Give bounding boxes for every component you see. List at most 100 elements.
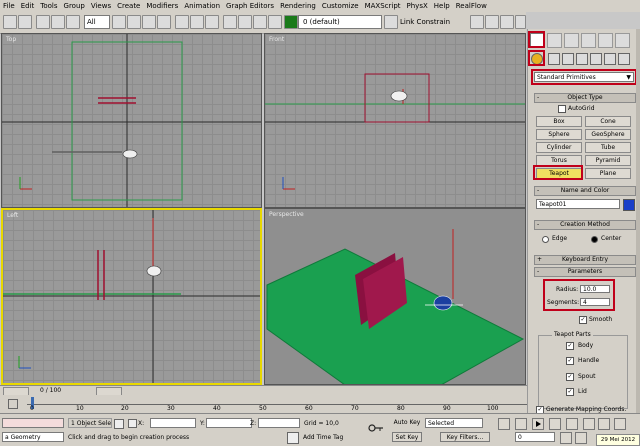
spout-checkbox[interactable]: ✓ xyxy=(566,373,574,381)
pan-icon[interactable] xyxy=(598,418,610,430)
schematic-view-icon[interactable] xyxy=(470,15,484,29)
tube-button[interactable]: Tube xyxy=(585,142,631,153)
maxscript-listener-line[interactable]: a Geometry xyxy=(2,432,64,442)
z-coordinate-field[interactable] xyxy=(258,418,300,428)
current-frame-field[interactable]: 0 xyxy=(515,432,555,442)
key-mode-icon[interactable] xyxy=(583,418,595,430)
edge-radio[interactable] xyxy=(542,236,549,243)
geosphere-button[interactable]: GeoSphere xyxy=(585,129,631,140)
mini-curve-editor-icon[interactable] xyxy=(8,399,18,409)
menu-modifiers[interactable]: Modifiers xyxy=(143,2,181,10)
next-frame-icon[interactable] xyxy=(549,418,561,430)
sphere-button[interactable]: Sphere xyxy=(536,129,582,140)
window-crossing-icon[interactable] xyxy=(157,15,171,29)
body-checkbox[interactable]: ✓ xyxy=(566,342,574,350)
snap-icon[interactable] xyxy=(223,15,237,29)
menu-help[interactable]: Help xyxy=(431,2,453,10)
orbit-icon[interactable] xyxy=(614,418,626,430)
angle-snap-icon[interactable] xyxy=(238,15,252,29)
go-to-end-icon[interactable] xyxy=(566,418,578,430)
display-tab-icon[interactable] xyxy=(598,33,613,48)
unlink-icon[interactable] xyxy=(51,15,65,29)
menu-file[interactable]: File xyxy=(0,2,18,10)
undo-icon[interactable] xyxy=(3,15,17,29)
absolute-mode-icon[interactable] xyxy=(128,419,137,428)
handle-checkbox[interactable]: ✓ xyxy=(566,357,574,365)
menu-tools[interactable]: Tools xyxy=(37,2,60,10)
rectangular-selection-icon[interactable] xyxy=(142,15,156,29)
menu-realflow[interactable]: RealFlow xyxy=(453,2,490,10)
rotate-icon[interactable] xyxy=(190,15,204,29)
maxscript-listener-field[interactable] xyxy=(2,418,64,428)
cone-button[interactable]: Cone xyxy=(585,116,631,127)
menu-edit[interactable]: Edit xyxy=(18,2,38,10)
object-color-swatch[interactable] xyxy=(623,199,635,211)
auto-key-button[interactable]: Auto Key xyxy=(392,418,422,428)
utilities-tab-icon[interactable] xyxy=(615,33,630,48)
material-editor-icon[interactable] xyxy=(485,15,499,29)
shapes-icon[interactable] xyxy=(548,53,560,65)
gen-mapping-checkbox[interactable]: ✓ xyxy=(536,406,544,413)
zoom-icon[interactable] xyxy=(575,432,587,444)
lid-checkbox[interactable]: ✓ xyxy=(566,388,574,396)
select-object-icon[interactable] xyxy=(112,15,126,29)
menu-rendering[interactable]: Rendering xyxy=(277,2,319,10)
viewport-front[interactable]: Front xyxy=(264,33,526,208)
viewport-left[interactable]: Left xyxy=(1,208,262,385)
menu-customize[interactable]: Customize xyxy=(319,2,362,10)
select-by-name-icon[interactable] xyxy=(127,15,141,29)
systems-icon[interactable] xyxy=(618,53,630,65)
plane-button[interactable]: Plane xyxy=(585,168,631,179)
time-tag-icon[interactable] xyxy=(287,432,299,444)
time-config-icon[interactable] xyxy=(560,432,572,444)
percent-snap-icon[interactable] xyxy=(253,15,267,29)
redo-icon[interactable] xyxy=(18,15,32,29)
menu-views[interactable]: Views xyxy=(88,2,114,10)
link-constrain-icon[interactable] xyxy=(384,15,398,29)
viewport-perspective[interactable]: Perspective xyxy=(264,208,526,385)
panel-scrollbar[interactable] xyxy=(636,29,640,413)
object-type-rollout[interactable]: - Object Type xyxy=(534,93,636,103)
cylinder-button[interactable]: Cylinder xyxy=(536,142,582,153)
bind-space-warp-icon[interactable] xyxy=(66,15,80,29)
lights-icon[interactable] xyxy=(562,53,574,65)
track-bar[interactable]: 0 10 20 30 40 50 60 70 80 90 100 xyxy=(0,395,527,414)
center-radio[interactable] xyxy=(591,236,598,243)
selection-filter-dropdown[interactable]: All xyxy=(84,15,110,29)
parameters-rollout[interactable]: - Parameters xyxy=(534,267,636,277)
add-time-tag[interactable]: Add Time Tag xyxy=(303,434,343,441)
creation-method-rollout[interactable]: - Creation Method xyxy=(534,220,636,230)
menu-physx[interactable]: PhysX xyxy=(404,2,431,10)
key-set-dropdown[interactable]: Selected xyxy=(425,418,483,428)
layer-dropdown[interactable]: 0 (default) xyxy=(298,15,382,29)
set-key-button[interactable]: Set Key xyxy=(392,432,422,442)
modify-tab-icon[interactable] xyxy=(547,33,562,48)
prev-frame-icon[interactable] xyxy=(515,418,527,430)
x-coordinate-field[interactable] xyxy=(150,418,196,428)
name-color-rollout[interactable]: - Name and Color xyxy=(534,186,636,196)
menu-maxscript[interactable]: MAXScript xyxy=(362,2,404,10)
menu-animation[interactable]: Animation xyxy=(181,2,223,10)
box-button[interactable]: Box xyxy=(536,116,582,127)
menu-graph-editors[interactable]: Graph Editors xyxy=(223,2,277,10)
object-name-field[interactable]: Teapot01 xyxy=(536,199,620,209)
motion-tab-icon[interactable] xyxy=(581,33,596,48)
select-link-icon[interactable] xyxy=(36,15,50,29)
key-icon[interactable] xyxy=(368,424,384,432)
render-icon[interactable] xyxy=(515,15,526,29)
render-setup-icon[interactable] xyxy=(500,15,514,29)
menu-create[interactable]: Create xyxy=(114,2,143,10)
helpers-icon[interactable] xyxy=(590,53,602,65)
play-icon[interactable] xyxy=(532,418,544,430)
key-filters-button[interactable]: Key Filters... xyxy=(440,432,490,442)
go-to-start-icon[interactable] xyxy=(498,418,510,430)
viewport-top[interactable]: Top xyxy=(1,33,262,208)
move-icon[interactable] xyxy=(175,15,189,29)
smooth-checkbox[interactable]: ✓ xyxy=(579,316,587,324)
y-coordinate-field[interactable] xyxy=(206,418,252,428)
keyboard-entry-rollout[interactable]: + Keyboard Entry xyxy=(534,255,636,265)
hierarchy-tab-icon[interactable] xyxy=(564,33,579,48)
spinner-snap-icon[interactable] xyxy=(268,15,282,29)
cameras-icon[interactable] xyxy=(576,53,588,65)
space-warps-icon[interactable] xyxy=(604,53,616,65)
